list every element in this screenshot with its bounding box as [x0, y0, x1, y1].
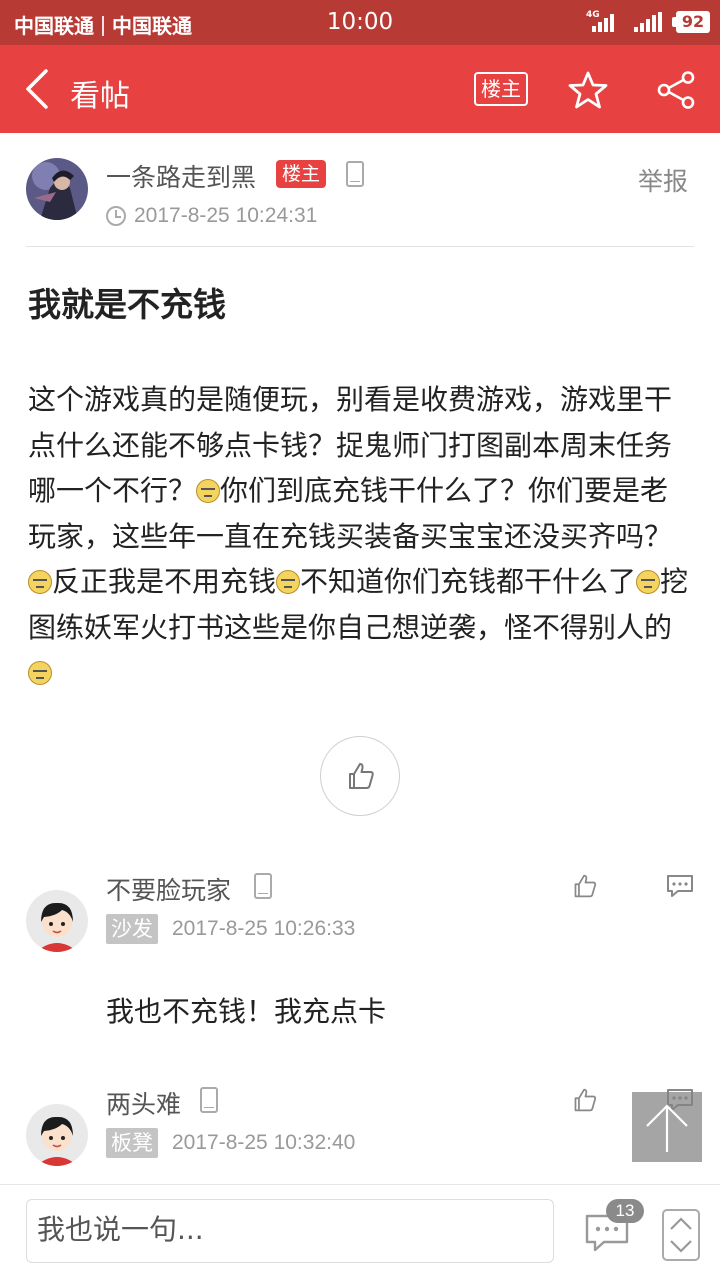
emoji-icon	[28, 570, 52, 594]
like-button[interactable]	[320, 736, 400, 816]
reply-avatar[interactable]	[26, 890, 88, 952]
author-name[interactable]: 一条路走到黑	[106, 158, 256, 194]
only-owner-button[interactable]: 楼主	[474, 72, 528, 106]
reply-input[interactable]: 我也说一句...	[26, 1199, 554, 1263]
thumbs-up-icon	[349, 763, 374, 789]
post-title: 我就是不充钱	[28, 285, 226, 324]
status-bar: 中国联通 中国联通 10:00 4G 92	[0, 0, 720, 45]
reply-time: 2017-8-25 10:26:33	[172, 917, 356, 940]
post-body-text: 不知道你们充钱都干什么了	[300, 565, 637, 598]
reply-time: 2017-8-25 10:32:40	[172, 1131, 356, 1154]
mobile-device-icon	[254, 873, 272, 899]
owner-badge: 楼主	[276, 160, 327, 188]
post-time: 2017-8-25 10:24:31	[134, 204, 318, 227]
scroll-to-top-button[interactable]	[632, 1092, 702, 1162]
reply-author-name[interactable]: 不要脸玩家	[106, 871, 231, 907]
comment-count-badge: 13	[606, 1199, 644, 1223]
app-bar: 看帖 楼主	[0, 45, 720, 133]
author-avatar[interactable]	[26, 158, 88, 220]
arrow-up-icon	[646, 1104, 688, 1152]
thumbs-up-icon[interactable]	[572, 1086, 598, 1114]
post-body-text: 反正我是不用充钱	[52, 565, 277, 598]
up-down-icon	[670, 1217, 692, 1253]
report-link[interactable]: 举报	[638, 162, 688, 198]
reply-avatar[interactable]	[26, 1104, 88, 1166]
clock-icon	[106, 206, 126, 226]
page-nav-button[interactable]	[662, 1209, 700, 1261]
reply-author-name[interactable]: 两头难	[106, 1085, 181, 1121]
mobile-device-icon	[200, 1087, 218, 1113]
emoji-icon	[636, 570, 661, 594]
floor-badge: 沙发	[106, 914, 158, 944]
back-icon[interactable]	[20, 67, 54, 111]
thumbs-up-icon[interactable]	[572, 872, 598, 900]
comment-icon[interactable]	[666, 874, 694, 898]
battery-icon: 92	[672, 11, 710, 33]
emoji-icon	[276, 570, 301, 594]
page-title: 看帖	[70, 79, 130, 114]
divider	[26, 246, 694, 247]
share-icon[interactable]	[656, 70, 696, 110]
emoji-icon	[196, 479, 221, 503]
signal-icon-2	[632, 12, 666, 32]
bottom-bar: 我也说一句... 13	[0, 1184, 720, 1280]
floor-badge: 板凳	[106, 1128, 158, 1158]
mobile-device-icon	[346, 161, 364, 187]
star-icon[interactable]	[568, 70, 608, 110]
reply-content: 我也不充钱！我充点卡	[106, 995, 387, 1028]
emoji-icon	[28, 661, 52, 685]
post-body: 这个游戏真的是随便玩，别看是收费游戏，游戏里干点什么还能不够点卡钱？捉鬼师门打图…	[28, 377, 692, 696]
signal-icon	[590, 12, 620, 32]
